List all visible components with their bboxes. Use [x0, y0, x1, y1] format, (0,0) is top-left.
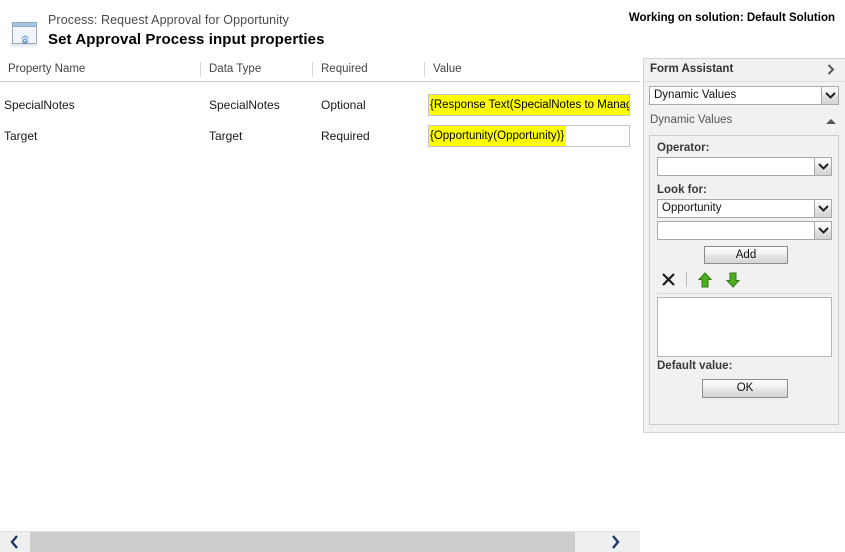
- form-assistant-title: Form Assistant: [650, 63, 734, 75]
- chevron-down-icon[interactable]: [821, 87, 838, 104]
- assistant-type-value: Dynamic Values: [654, 89, 737, 101]
- chevron-right-icon[interactable]: [825, 63, 837, 76]
- column-header-property-name[interactable]: Property Name: [0, 58, 200, 81]
- add-button[interactable]: Add: [704, 246, 788, 264]
- gear-glyph: [20, 35, 29, 44]
- solution-status-label: Working on solution: Default Solution: [628, 12, 835, 24]
- chevron-left-icon[interactable]: [0, 532, 30, 552]
- look-for-label: Look for:: [657, 184, 707, 196]
- cell-required: Required: [321, 129, 370, 143]
- dynamic-values-section-label: Dynamic Values: [650, 114, 733, 126]
- chevron-right-icon[interactable]: [600, 532, 630, 552]
- input-properties-grid: Property Name Data Type Required Value S…: [0, 58, 640, 520]
- column-header-value[interactable]: Value: [425, 58, 639, 81]
- scrollbar-track[interactable]: [30, 532, 600, 552]
- form-assistant-panel: Form Assistant Dynamic Values Dynamic Va…: [643, 58, 845, 433]
- horizontal-scrollbar[interactable]: [0, 531, 640, 552]
- value-token-text: {Opportunity(Opportunity)}: [429, 126, 566, 146]
- default-value-label: Default value:: [657, 360, 733, 372]
- assistant-type-select[interactable]: Dynamic Values: [649, 86, 839, 105]
- chevron-down-icon[interactable]: [814, 222, 831, 239]
- cell-data-type: SpecialNotes: [209, 98, 280, 112]
- delete-x-icon[interactable]: [660, 271, 677, 288]
- icon-window-titlebar: [13, 23, 36, 27]
- cell-required: Optional: [321, 98, 366, 112]
- triangle-up-icon[interactable]: [826, 119, 836, 124]
- column-header-data-type[interactable]: Data Type: [201, 58, 311, 81]
- cell-property-name: SpecialNotes: [4, 98, 75, 112]
- look-for-entity-value: Opportunity: [662, 202, 722, 214]
- ok-button[interactable]: OK: [702, 379, 788, 398]
- dynamic-values-body: Operator: Look for: Opportunity Add Defa…: [649, 135, 839, 425]
- process-breadcrumb: Process: Request Approval for Opportunit…: [48, 13, 290, 27]
- page-title: Set Approval Process input properties: [48, 31, 325, 48]
- value-input-target[interactable]: {Opportunity(Opportunity)}: [428, 125, 630, 147]
- grid-header-row: Property Name Data Type Required Value: [0, 58, 640, 82]
- cell-property-name: Target: [4, 129, 38, 143]
- column-header-required[interactable]: Required: [313, 58, 423, 81]
- operator-select[interactable]: [657, 157, 832, 176]
- look-for-entity-select[interactable]: Opportunity: [657, 199, 832, 218]
- dynamic-values-listbox[interactable]: [657, 297, 832, 357]
- cell-data-type: Target: [209, 129, 243, 143]
- dynamic-values-section-header[interactable]: Dynamic Values: [644, 112, 845, 132]
- form-assistant-header: Form Assistant: [644, 59, 845, 82]
- look-for-field-select[interactable]: [657, 221, 832, 240]
- dynamic-values-toolbar: [657, 270, 832, 294]
- toolbar-separator: [686, 272, 687, 287]
- chevron-down-icon[interactable]: [814, 158, 831, 175]
- chevron-down-icon[interactable]: [814, 200, 831, 217]
- icon-window-frame: [12, 22, 37, 44]
- arrow-up-green-icon[interactable]: [697, 272, 713, 288]
- page-header: Process: Request Approval for Opportunit…: [0, 0, 845, 58]
- operator-label: Operator:: [657, 142, 710, 154]
- toolbar-underline: [657, 293, 832, 294]
- arrow-down-green-icon[interactable]: [725, 272, 741, 288]
- table-row[interactable]: Target Target Required {Opportunity(Oppo…: [0, 122, 640, 151]
- value-token-text: {Response Text(SpecialNotes to Manager)}: [429, 95, 629, 115]
- table-row[interactable]: SpecialNotes SpecialNotes Optional {Resp…: [0, 91, 640, 120]
- value-input-specialnotes[interactable]: {Response Text(SpecialNotes to Manager)}: [428, 94, 630, 116]
- process-dialog-gear-icon: [8, 20, 40, 50]
- scrollbar-thumb[interactable]: [30, 532, 575, 552]
